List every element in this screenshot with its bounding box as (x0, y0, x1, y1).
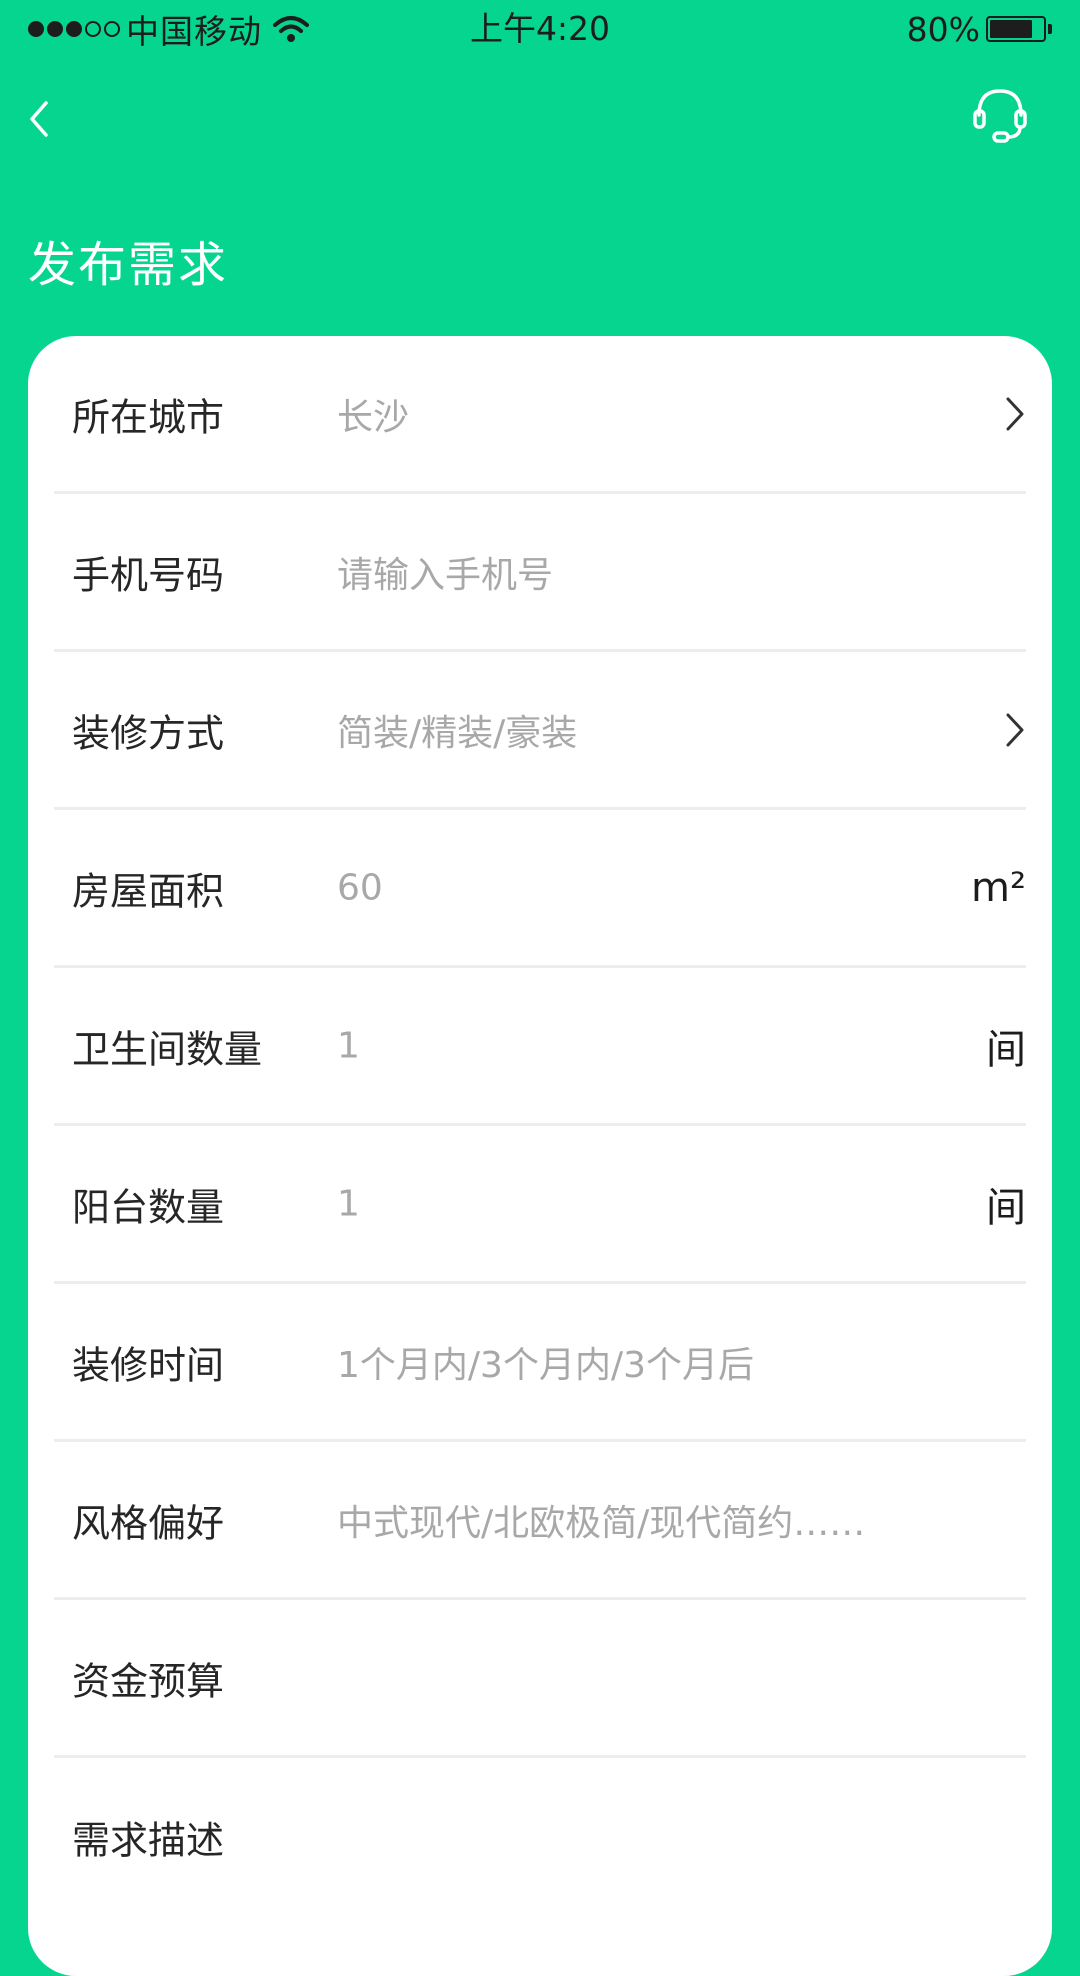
row-label: 手机号码 (72, 553, 225, 597)
customer-service-button[interactable] (970, 85, 1030, 145)
chevron-left-icon (30, 101, 48, 137)
form-row-budget[interactable]: 资金预算 (54, 1600, 1026, 1758)
status-right: 80% (907, 8, 1052, 50)
row-label: 卫生间数量 (72, 1027, 263, 1071)
row-label: 装修时间 (72, 1343, 225, 1387)
row-label: 资金预算 (72, 1659, 225, 1703)
style-value: 中式现代/北欧极简/现代简约…… (337, 1502, 866, 1544)
balconies-input[interactable]: 1 (337, 1183, 360, 1224)
area-input[interactable]: 60 (337, 867, 383, 908)
row-label: 需求描述 (72, 1818, 225, 1863)
battery-icon (986, 16, 1046, 42)
status-bar: 中国移动 上午4:20 80% (0, 0, 1080, 58)
row-label: 装修方式 (72, 711, 225, 755)
form-row-style[interactable]: 风格偏好 中式现代/北欧极简/现代简约…… (54, 1442, 1026, 1600)
form-row-decoration-time[interactable]: 装修时间 1个月内/3个月内/3个月后 (54, 1284, 1026, 1442)
form-row-decoration-type[interactable]: 装修方式 简装/精装/豪装 (54, 652, 1026, 810)
form-row-area[interactable]: 房屋面积 60 m² (54, 810, 1026, 968)
headset-icon (973, 89, 1027, 143)
balconies-unit: 间 (986, 1184, 1026, 1231)
row-label: 所在城市 (72, 395, 225, 439)
decoration-type-value: 简装/精装/豪装 (337, 712, 578, 754)
row-label: 阳台数量 (72, 1185, 225, 1229)
back-button[interactable] (22, 95, 62, 145)
form-row-phone[interactable]: 手机号码 请输入手机号 (54, 494, 1026, 652)
bathrooms-unit: 间 (986, 1026, 1026, 1073)
row-label: 房屋面积 (72, 869, 225, 913)
phone-input[interactable]: 请输入手机号 (337, 546, 553, 598)
form-row-description[interactable]: 需求描述 (54, 1758, 1026, 1916)
form-card: 所在城市 长沙 手机号码 请输入手机号 装修方式 简装/精装/豪装 房屋面积 6… (28, 336, 1052, 1976)
chevron-right-icon (1006, 397, 1024, 430)
form-row-balconies[interactable]: 阳台数量 1 间 (54, 1126, 1026, 1284)
form-row-city[interactable]: 所在城市 长沙 (54, 336, 1026, 494)
bathrooms-input[interactable]: 1 (337, 1025, 360, 1066)
form-row-bathrooms[interactable]: 卫生间数量 1 间 (54, 968, 1026, 1126)
decoration-time-value: 1个月内/3个月内/3个月后 (337, 1344, 754, 1386)
area-unit: m² (971, 864, 1026, 911)
battery-cap (1048, 24, 1052, 34)
city-value: 长沙 (337, 396, 410, 438)
battery-fill (990, 20, 1032, 38)
battery-percent: 80% (906, 9, 980, 49)
row-label: 风格偏好 (72, 1501, 225, 1545)
page-title: 发布需求 (28, 237, 229, 293)
chevron-right-icon (1006, 713, 1024, 746)
